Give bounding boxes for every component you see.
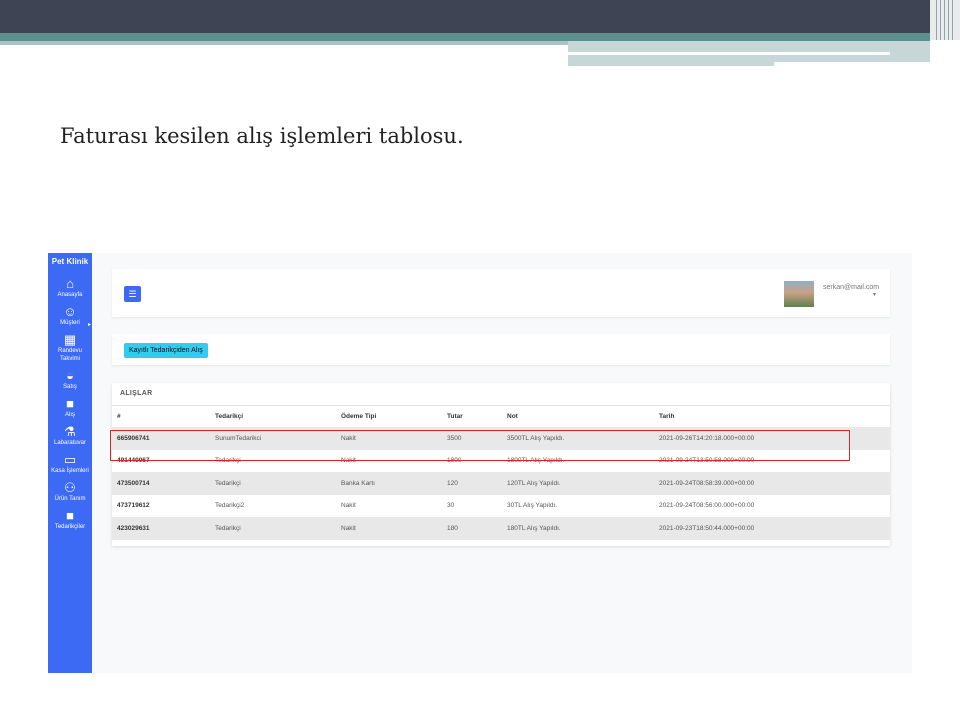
calendar-icon: ▦ [63, 332, 77, 347]
table-cell: 2021-09-24T08:58:39.000+00:00 [654, 472, 890, 495]
user-icon: ☺ [63, 304, 77, 319]
table-header-row: # Tedarikçi Ödeme Tipi Tutar Not Tarih [112, 406, 890, 427]
truck-icon: ■ [66, 396, 74, 411]
table-cell: 473719612 [117, 502, 150, 510]
app-screenshot: Pet Klinik ⌂ Anasayfa ☺ Müşteri ▦ Randevu Tak… [48, 253, 912, 673]
flask-icon: ⚗ [64, 424, 76, 439]
table-cell: Tedarikçi2 [215, 502, 245, 510]
sidebar-item[interactable]: ⌂ Anasayfa [48, 277, 92, 299]
slide-accent-stripe [0, 41, 568, 45]
action-bar: Kayıtlı Tedarikçiden Alış [112, 334, 890, 365]
sidebar-item[interactable]: ■ Alış [48, 397, 92, 419]
menu-toggle-button[interactable]: ☰ [124, 286, 141, 302]
purchases-table: # Tedarikçi Ödeme Tipi Tutar Not Tarih 665906… [112, 406, 890, 540]
user-email[interactable]: serkan@mail.com [823, 284, 879, 291]
table-cell: 2021-09-23T18:50:44.000+00:00 [654, 517, 890, 540]
table-cell: 423029631 [112, 517, 210, 540]
slide-corner-decoration [930, 0, 960, 40]
table-cell: 30 [447, 502, 455, 510]
table-row[interactable]: 473719612 Tedarikçi2 Nakit 30 30TL Alış Yapı… [112, 495, 890, 518]
table-cell: Tedarikçi [210, 472, 336, 495]
table-row[interactable]: 473500714 Tedarikçi Banka Kartı 120 120TL Al… [112, 472, 890, 495]
highlight-box [110, 430, 850, 461]
sidebar-nav: ⌂ Anasayfa ☺ Müşteri ▦ Randevu Takvimi ◒ Satış ■… [48, 277, 92, 531]
sidebar-item[interactable]: ⚇ Ürün Tanım [48, 481, 92, 503]
sidebar-item-label: Alış [64, 412, 75, 418]
people-icon: ⚇ [64, 480, 76, 495]
truck-icon: ■ [66, 508, 74, 523]
table-cell: 180TL Alış Yapıldı. [502, 517, 654, 540]
top-navbar: ☰ serkan@mail.com ▾ [112, 269, 890, 317]
avatar[interactable] [784, 281, 814, 307]
home-icon: ⌂ [66, 276, 74, 291]
table-cell: 30TL Alış Yapıldı. [507, 502, 558, 510]
slide-header-bar [0, 0, 930, 33]
sidebar-item-label: Müşteri [60, 320, 80, 326]
sidebar-item-label: Randevu Takvimi [57, 348, 83, 362]
column-header[interactable]: Ödeme Tipi [336, 406, 442, 427]
chevron-right-icon: ▸ [87, 322, 91, 328]
sidebar-item[interactable]: ■ Tedarikçiler [48, 509, 92, 531]
slide-accent-band [0, 33, 930, 41]
purchases-card: ALIŞLAR # Tedarikçi Ödeme Tipi Tutar Not Tari… [112, 383, 890, 546]
sidebar-item-label: Satış [63, 384, 77, 390]
sidebar-item-label: Kasa İşlemleri [51, 468, 89, 474]
sidebar-item-label: Anasayfa [57, 292, 83, 298]
table-cell: 180 [442, 517, 502, 540]
card-title: ALIŞLAR [112, 383, 890, 406]
cash-icon: ▭ [63, 452, 77, 467]
slide-title: Faturası kesilen alış işlemleri tablosu. [60, 124, 464, 148]
table-cell: 2021-09-24T08:56:00.000+00:00 [659, 502, 755, 510]
table-cell: Banka Kartı [336, 472, 442, 495]
table-cell: 120TL Alış Yapıldı. [502, 472, 654, 495]
registered-supplier-purchase-button[interactable]: Kayıtlı Tedarikçiden Alış [124, 343, 208, 358]
sidebar-item-label: Tedarikçiler [54, 524, 86, 530]
table-cell: Nakit [336, 517, 442, 540]
column-header[interactable]: Not [502, 406, 654, 427]
table-cell: Tedarikçi [210, 517, 336, 540]
sidebar-item[interactable]: ☺ Müşteri [48, 305, 92, 327]
column-header[interactable]: Tutar [442, 406, 502, 427]
table-cell: 120 [442, 472, 502, 495]
sidebar-item[interactable]: ◒ Satış [48, 369, 92, 391]
slide-accent-block [568, 41, 930, 66]
table-row[interactable]: 423029631 Tedarikçi Nakit 180 180TL Alış Yap… [112, 517, 890, 540]
column-header[interactable]: Tedarikçi [210, 406, 336, 427]
caret-down-icon[interactable]: ▾ [873, 291, 876, 298]
sidebar-item-label: Labaratuvar [53, 440, 87, 446]
sidebar-item[interactable]: ⚗ Labaratuvar [48, 425, 92, 447]
basket-icon: ◒ [66, 368, 74, 383]
table-cell: 473500714 [112, 472, 210, 495]
table-cell: Nakit [341, 502, 356, 510]
sidebar: Pet Klinik ⌂ Anasayfa ☺ Müşteri ▦ Randevu Tak… [48, 253, 92, 673]
sidebar-item[interactable]: ▦ Randevu Takvimi [48, 333, 92, 363]
sidebar-item[interactable]: ▭ Kasa İşlemleri [48, 453, 92, 475]
brand-logo[interactable]: Pet Klinik [48, 253, 92, 273]
column-header[interactable]: Tarih [654, 406, 890, 427]
sidebar-item-label: Ürün Tanım [54, 496, 86, 502]
column-header[interactable]: # [112, 406, 210, 427]
